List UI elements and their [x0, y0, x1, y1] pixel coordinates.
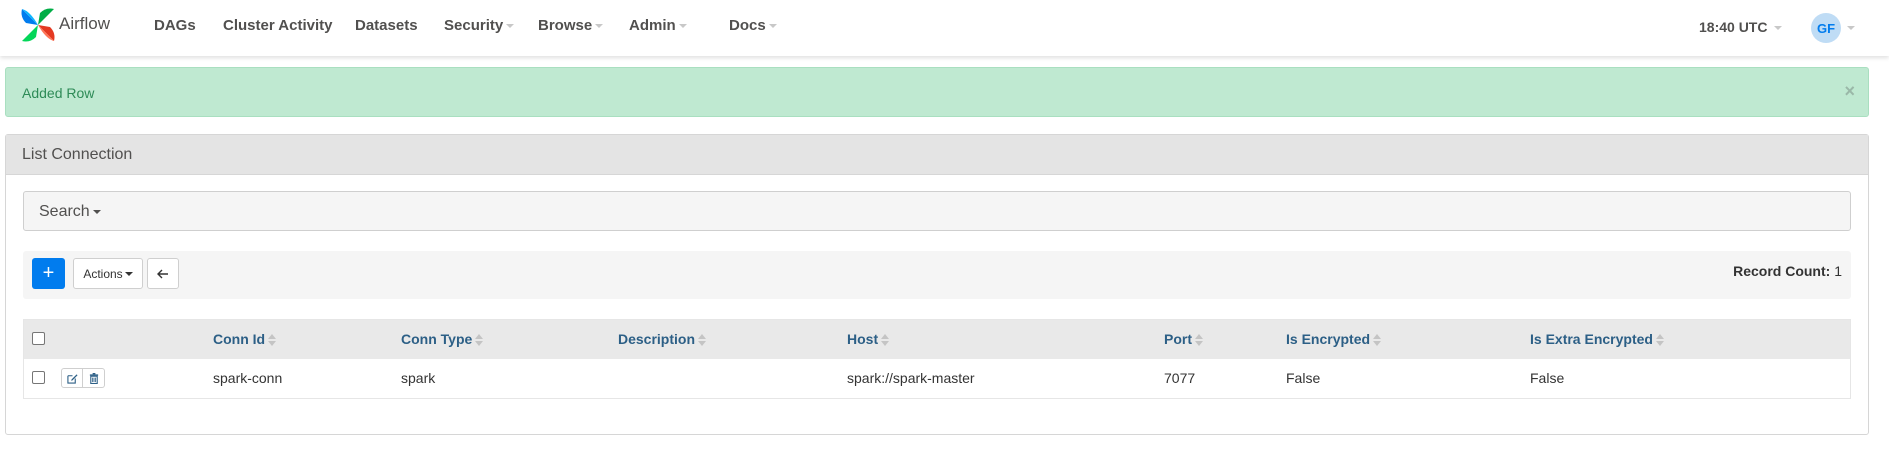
- arrow-left-icon: [157, 269, 168, 278]
- sort-icon: [1655, 334, 1664, 347]
- column-header-conn-id[interactable]: Conn Id: [213, 331, 277, 347]
- nav-docs-label: Docs: [729, 17, 766, 34]
- nav-cluster-activity-label: Cluster Activity: [223, 17, 333, 34]
- edit-record-button[interactable]: [61, 368, 83, 388]
- nav-security[interactable]: Security: [444, 17, 515, 34]
- delete-record-button[interactable]: [83, 368, 105, 388]
- chevron-down-icon: [768, 24, 777, 29]
- column-header-host[interactable]: Host: [847, 331, 890, 347]
- plus-icon: +: [42, 262, 55, 284]
- table-row: spark-conn spark spark://spark-master 70…: [24, 359, 1850, 398]
- chevron-down-icon: [124, 271, 133, 276]
- chevron-down-icon: [678, 24, 687, 29]
- chevron-down-icon: [1774, 26, 1783, 31]
- nav-admin[interactable]: Admin: [629, 17, 687, 34]
- actions-dropdown[interactable]: Actions: [73, 258, 143, 289]
- search-panel: Search: [23, 191, 1851, 231]
- table-header: Conn Id Conn Type Description Host Port …: [24, 320, 1850, 359]
- close-icon[interactable]: ×: [1844, 81, 1855, 102]
- list-connection-panel: List Connection Search + Actions Record …: [5, 134, 1869, 435]
- back-button[interactable]: [147, 258, 179, 289]
- sort-icon: [881, 334, 890, 347]
- actions-label: Actions: [83, 266, 123, 281]
- page-title: List Connection: [22, 146, 133, 163]
- avatar: GF: [1811, 13, 1841, 43]
- column-header-description[interactable]: Description: [618, 331, 707, 347]
- column-label: Is Encrypted: [1286, 331, 1371, 347]
- user-menu[interactable]: GF: [1811, 13, 1855, 43]
- brand-logo[interactable]: Airflow: [18, 5, 110, 45]
- chevron-down-icon: [92, 209, 101, 214]
- column-label: Is Extra Encrypted: [1530, 331, 1653, 347]
- column-label: Host: [847, 331, 879, 347]
- record-count-value: 1: [1834, 263, 1842, 279]
- nav-dags-label: DAGs: [154, 17, 196, 34]
- success-alert: Added Row ×: [5, 67, 1869, 117]
- cell-is-encrypted: False: [1286, 370, 1321, 386]
- edit-icon: [66, 373, 78, 384]
- add-record-button[interactable]: +: [32, 258, 65, 289]
- chevron-down-icon: [1847, 26, 1855, 30]
- sort-icon: [1373, 334, 1382, 347]
- sort-icon: [698, 334, 707, 347]
- record-count: Record Count: 1: [1733, 263, 1842, 279]
- chevron-down-icon: [595, 24, 604, 29]
- nav-security-label: Security: [444, 17, 504, 34]
- cell-host: spark://spark-master: [847, 370, 975, 386]
- alert-message: Added Row: [22, 85, 95, 101]
- column-header-is-extra-encrypted[interactable]: Is Extra Encrypted: [1530, 331, 1664, 347]
- nav-datasets[interactable]: Datasets: [355, 17, 418, 34]
- record-count-label: Record Count:: [1733, 263, 1831, 279]
- nav-browse-label: Browse: [538, 17, 593, 34]
- cell-port: 7077: [1164, 370, 1196, 386]
- column-header-conn-type[interactable]: Conn Type: [401, 331, 484, 347]
- column-header-port[interactable]: Port: [1164, 331, 1203, 347]
- chevron-down-icon: [506, 24, 515, 29]
- utc-clock[interactable]: 18:40 UTC: [1699, 19, 1783, 35]
- search-toggle-label: Search: [39, 203, 90, 220]
- nav-admin-label: Admin: [629, 17, 676, 34]
- nav-dags[interactable]: DAGs: [154, 17, 196, 34]
- nav-cluster-activity[interactable]: Cluster Activity: [223, 17, 332, 34]
- search-toggle[interactable]: Search: [39, 203, 101, 221]
- trash-icon: [89, 372, 98, 384]
- cell-conn-id: spark-conn: [213, 370, 283, 386]
- airflow-pinwheel-icon: [21, 8, 55, 42]
- nav-docs[interactable]: Docs: [729, 17, 777, 34]
- cell-conn-type: spark: [401, 370, 436, 386]
- sort-icon: [1195, 334, 1203, 347]
- column-header-is-encrypted[interactable]: Is Encrypted: [1286, 331, 1382, 347]
- nav-datasets-label: Datasets: [355, 17, 418, 34]
- list-toolbar: + Actions Record Count: 1: [23, 251, 1851, 299]
- column-label: Conn Type: [401, 331, 473, 347]
- column-label: Conn Id: [213, 331, 266, 347]
- select-all-checkbox[interactable]: [32, 332, 45, 345]
- utc-clock-label: 18:40 UTC: [1699, 19, 1768, 35]
- nav-browse[interactable]: Browse: [538, 17, 604, 34]
- sort-icon: [268, 334, 277, 347]
- column-label: Description: [618, 331, 696, 347]
- top-navbar: Airflow DAGs Cluster Activity Datasets S…: [0, 0, 1889, 56]
- connections-table: Conn Id Conn Type Description Host Port …: [23, 319, 1851, 399]
- sort-icon: [475, 334, 484, 347]
- row-checkbox[interactable]: [32, 371, 45, 384]
- row-actions: [61, 368, 105, 388]
- cell-is-extra-encrypted: False: [1530, 370, 1565, 386]
- brand-name: Airflow: [59, 14, 111, 33]
- panel-heading: List Connection: [6, 135, 1868, 175]
- column-label: Port: [1164, 331, 1192, 347]
